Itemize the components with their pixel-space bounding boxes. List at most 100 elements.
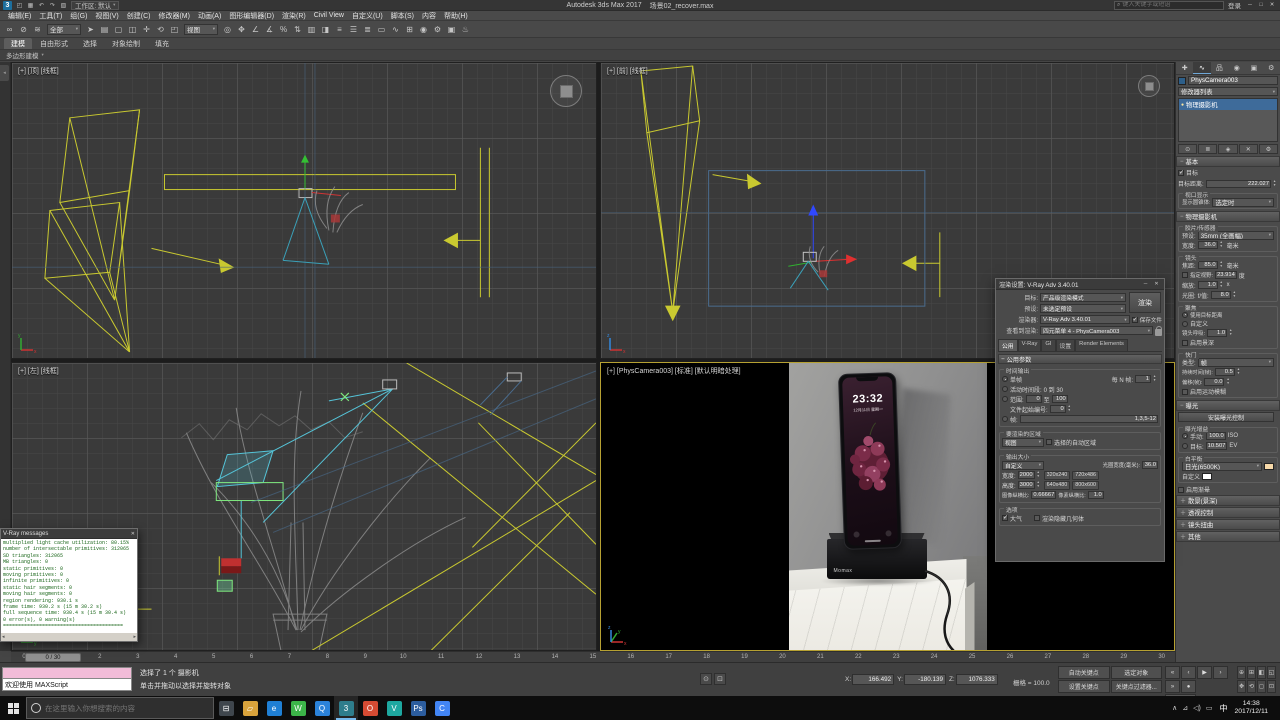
- align-icon[interactable]: ≡: [333, 23, 346, 36]
- height-field[interactable]: 3000: [1018, 481, 1035, 489]
- zoom-icon[interactable]: ⊕: [1237, 666, 1246, 679]
- render-dialog-tab[interactable]: 设置: [1056, 339, 1076, 351]
- menu-item[interactable]: 自定义(U): [348, 11, 387, 20]
- viewport-top[interactable]: [+] [顶] [线框]: [11, 62, 597, 359]
- lock-icon[interactable]: [1155, 329, 1162, 336]
- key-step-icon[interactable]: ●: [1181, 680, 1196, 693]
- app-logo-icon[interactable]: 3: [3, 1, 12, 10]
- specify-fov-checkbox[interactable]: [1182, 272, 1188, 278]
- curve-editor-icon[interactable]: ∿: [389, 23, 402, 36]
- menu-item[interactable]: Civil View: [310, 11, 348, 20]
- enable-vignetting-checkbox[interactable]: [1178, 487, 1184, 493]
- auto-key-button[interactable]: 自动关键点: [1058, 666, 1110, 679]
- pin-stack-icon[interactable]: ⊙: [1178, 144, 1197, 154]
- maxscript-output-row[interactable]: 欢迎使用 MAXScript: [2, 679, 132, 691]
- coordinate-field[interactable]: -180.139: [904, 674, 946, 685]
- hidden-icons-chevron[interactable]: ∧: [1172, 704, 1177, 712]
- viewport-label[interactable]: [+] [顶] [线框]: [18, 66, 59, 76]
- enable-motion-blur-checkbox[interactable]: [1182, 389, 1188, 395]
- collapsed-rollout[interactable]: ＋透视控制: [1176, 507, 1280, 518]
- viewport-label[interactable]: [+] [左] [线框]: [18, 366, 59, 376]
- play-icon[interactable]: ▶: [1197, 666, 1212, 679]
- custom-focus-radio[interactable]: [1182, 321, 1188, 327]
- make-unique-icon[interactable]: ◈: [1218, 144, 1237, 154]
- volume-icon[interactable]: ◁): [1193, 704, 1201, 712]
- shutter-offset-field[interactable]: 0.0: [1204, 378, 1224, 386]
- file-explorer[interactable]: ▱: [238, 696, 262, 720]
- time-slider[interactable]: 0 / 30: [25, 653, 81, 662]
- show-end-result-icon[interactable]: ≣: [1198, 144, 1217, 154]
- next-frame-icon[interactable]: ›: [1213, 666, 1228, 679]
- select-by-name-icon[interactable]: ▤: [98, 23, 111, 36]
- close-icon[interactable]: ✕: [1152, 280, 1161, 289]
- selection-filter-dropdown[interactable]: 全部▾: [47, 24, 81, 35]
- selected-dropdown[interactable]: 选定对象: [1111, 666, 1163, 679]
- pixel-aspect-field[interactable]: 1.0: [1088, 491, 1104, 499]
- ribbon-tab[interactable]: 对象绘制: [105, 38, 147, 49]
- physical-camera-rollout[interactable]: −物理摄影机: [1176, 211, 1280, 222]
- render-dialog-tab[interactable]: 公用: [998, 339, 1018, 351]
- pan-icon[interactable]: ✥: [1237, 680, 1246, 693]
- range-to-field[interactable]: 100: [1052, 395, 1068, 403]
- menu-item[interactable]: 组(G): [66, 11, 91, 20]
- active-segment-radio[interactable]: [1002, 386, 1008, 392]
- ribbon-tab[interactable]: 填充: [148, 38, 176, 49]
- tab-utilities[interactable]: ⚙: [1263, 62, 1280, 74]
- select-and-scale-icon[interactable]: ◰: [168, 23, 181, 36]
- tab-hierarchy[interactable]: 品: [1211, 62, 1228, 74]
- menu-item[interactable]: 脚本(S): [387, 11, 418, 20]
- menu-item[interactable]: 动画(A): [194, 11, 225, 20]
- help-search-input[interactable]: [1122, 2, 1221, 8]
- ribbon-tab[interactable]: 建模: [4, 38, 32, 49]
- frames-field[interactable]: 1,3,5-12: [1020, 415, 1158, 423]
- viewcube[interactable]: [1138, 75, 1160, 97]
- atmosphere-checkbox[interactable]: [1002, 515, 1008, 521]
- maxscript-input-row[interactable]: [2, 667, 132, 679]
- go-end-icon[interactable]: »: [1165, 680, 1180, 693]
- ime-indicator[interactable]: 中: [1217, 703, 1229, 714]
- render-setup-icon[interactable]: ⚙: [431, 23, 444, 36]
- manual-iso-field[interactable]: 100.0: [1206, 432, 1226, 440]
- maximize-icon[interactable]: □: [1256, 1, 1266, 10]
- configure-modifier-sets-icon[interactable]: ⚙: [1259, 144, 1278, 154]
- menu-item[interactable]: 图形编辑器(D): [225, 11, 278, 20]
- select-and-move-icon[interactable]: ✛: [140, 23, 153, 36]
- vray[interactable]: V: [382, 696, 406, 720]
- isolate-selection-toggle[interactable]: ⊙: [700, 673, 712, 685]
- horizontal-scrollbar[interactable]: ◂▸: [1, 633, 137, 641]
- menu-item[interactable]: 渲染(R): [278, 11, 310, 20]
- film-width-field[interactable]: 36.0: [1198, 241, 1218, 249]
- coordinate-field[interactable]: 166.492: [852, 674, 894, 685]
- project-folder-icon[interactable]: ▧: [59, 1, 68, 10]
- target-ev-radio[interactable]: [1182, 443, 1188, 449]
- menu-item[interactable]: 创建(C): [123, 11, 155, 20]
- render-hidden-checkbox[interactable]: [1034, 515, 1040, 521]
- frames-radio[interactable]: [1002, 416, 1008, 422]
- field-of-view-icon[interactable]: ⊡: [1267, 680, 1276, 693]
- unlink-selection-icon[interactable]: ⊘: [17, 23, 30, 36]
- rendered-frame-icon[interactable]: ▣: [445, 23, 458, 36]
- collapsed-rollout[interactable]: ＋镜头扭曲: [1176, 519, 1280, 530]
- save-file-icon[interactable]: ▦: [26, 1, 35, 10]
- shutter-type-dropdown[interactable]: 帧▾: [1198, 358, 1274, 367]
- signin-link[interactable]: 登录: [1228, 0, 1241, 10]
- named-selection-sets-icon[interactable]: ▥: [305, 23, 318, 36]
- menu-item[interactable]: 编辑(E): [4, 11, 35, 20]
- chrome[interactable]: C: [430, 696, 454, 720]
- zoom-field[interactable]: 1.0: [1198, 281, 1218, 289]
- ribbon-tab[interactable]: 自由形式: [33, 38, 75, 49]
- area-mode-dropdown[interactable]: 视图▾: [1002, 438, 1044, 447]
- file-start-field[interactable]: 0: [1050, 405, 1066, 413]
- window-crossing-icon[interactable]: ◫: [126, 23, 139, 36]
- viewport-label[interactable]: [+] [前] [线框]: [607, 66, 648, 76]
- workspace-dropdown[interactable]: 工作区: 默认▾: [71, 1, 119, 10]
- menu-item[interactable]: 内容: [418, 11, 440, 20]
- tab-modify[interactable]: ∿: [1193, 62, 1210, 74]
- orbit-icon[interactable]: ⟲: [1247, 680, 1256, 693]
- width-field[interactable]: 2000: [1018, 471, 1035, 479]
- collapsed-rollout[interactable]: ＋散景(景深): [1176, 495, 1280, 506]
- ribbon-tab[interactable]: 选择: [76, 38, 104, 49]
- selection-region-icon[interactable]: ▢: [112, 23, 125, 36]
- photoshop[interactable]: Ps: [406, 696, 430, 720]
- exposure-rollout[interactable]: −曝光: [1176, 400, 1280, 411]
